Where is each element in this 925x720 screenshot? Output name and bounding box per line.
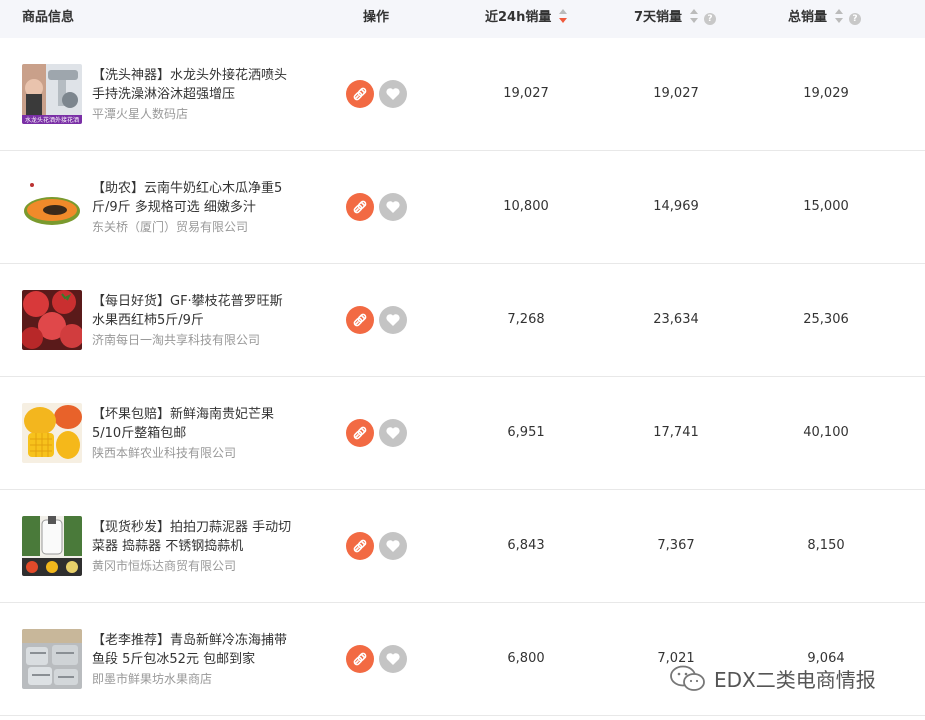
sales-total: 8,150	[807, 538, 845, 553]
link-button[interactable]	[346, 80, 374, 108]
table-row[interactable]: 【现货秒发】拍拍刀蒜泥器 手动切菜器 捣蒜器 不锈钢捣蒜机 黄冈市恒烁达商贸有限…	[0, 490, 925, 603]
col-header-sales24h[interactable]: 近24h销量	[485, 0, 568, 38]
sales-24h: 19,027	[503, 86, 549, 101]
product-thumbnail[interactable]	[22, 516, 82, 576]
favorite-button[interactable]	[379, 532, 407, 560]
watermark-text: EDX二类电商情报	[714, 668, 876, 692]
question-icon[interactable]: ?	[704, 13, 717, 25]
link-icon	[353, 87, 367, 101]
product-thumbnail[interactable]	[22, 403, 82, 463]
product-thumbnail[interactable]	[22, 177, 82, 237]
product-thumbnail[interactable]	[22, 290, 82, 350]
shop-name[interactable]: 黄冈市恒烁达商贸有限公司	[92, 557, 236, 574]
sales-total: 15,000	[803, 199, 849, 214]
product-table: 商品信息 操作 近24h销量 7天销量? 总销量? 水龙头花洒外接花洒 【洗头神…	[0, 0, 925, 716]
watermark: EDX二类电商情报	[670, 660, 876, 700]
sales-7d: 23,634	[653, 312, 699, 327]
col-header-ops: 操作	[363, 10, 390, 25]
sales-7d: 19,027	[653, 86, 699, 101]
col-header-sales7d[interactable]: 7天销量?	[634, 0, 717, 38]
sales-7d: 7,367	[657, 538, 695, 553]
favorite-button[interactable]	[379, 306, 407, 334]
link-icon	[353, 200, 367, 214]
table-header: 商品信息 操作 近24h销量 7天销量? 总销量?	[0, 0, 925, 38]
heart-icon	[386, 427, 400, 439]
sales-7d: 14,969	[653, 199, 699, 214]
link-button[interactable]	[346, 306, 374, 334]
favorite-button[interactable]	[379, 419, 407, 447]
favorite-button[interactable]	[379, 80, 407, 108]
favorite-button[interactable]	[379, 193, 407, 221]
heart-icon	[386, 314, 400, 326]
link-icon	[353, 652, 367, 666]
product-title[interactable]: 【现货秒发】拍拍刀蒜泥器 手动切菜器 捣蒜器 不锈钢捣蒜机	[92, 518, 292, 556]
col-header-total[interactable]: 总销量?	[788, 0, 862, 38]
sort-icon[interactable]	[835, 9, 844, 23]
shop-name[interactable]: 东关桥（厦门）贸易有限公司	[92, 218, 248, 235]
table-row[interactable]: 【助农】云南牛奶红心木瓜净重5斤/9斤 多规格可选 细嫩多汁 东关桥（厦门）贸易…	[0, 151, 925, 264]
product-title[interactable]: 【老李推荐】青岛新鲜冷冻海捕带鱼段 5斤包冰52元 包邮到家	[92, 631, 292, 669]
product-title[interactable]: 【助农】云南牛奶红心木瓜净重5斤/9斤 多规格可选 细嫩多汁	[92, 179, 292, 217]
sales-24h: 10,800	[503, 199, 549, 214]
col-header-product: 商品信息	[22, 10, 75, 25]
shop-name[interactable]: 陕西本鲜农业科技有限公司	[92, 444, 236, 461]
favorite-button[interactable]	[379, 645, 407, 673]
sales-24h: 6,843	[507, 538, 545, 553]
wechat-icon	[670, 665, 705, 691]
product-title[interactable]: 【每日好货】GF·攀枝花普罗旺斯水果西红柿5斤/9斤	[92, 292, 292, 330]
link-icon	[353, 313, 367, 327]
shop-name[interactable]: 平潭火星人数码店	[92, 105, 188, 122]
sales-24h: 6,951	[507, 425, 545, 440]
sales-total: 25,306	[803, 312, 849, 327]
sales-total: 40,100	[803, 425, 849, 440]
table-row[interactable]: 【坏果包赔】新鲜海南贵妃芒果5/10斤整箱包邮 陕西本鲜农业科技有限公司 6,9…	[0, 377, 925, 490]
table-row[interactable]: 【每日好货】GF·攀枝花普罗旺斯水果西红柿5斤/9斤 济南每日一淘共享科技有限公…	[0, 264, 925, 377]
question-icon[interactable]: ?	[849, 13, 862, 25]
product-title[interactable]: 【洗头神器】水龙头外接花洒喷头手持洗澡淋浴沐超强增压	[92, 66, 292, 104]
col-header-sales24h-label: 近24h销量	[485, 10, 552, 25]
sales-7d: 17,741	[653, 425, 699, 440]
link-button[interactable]	[346, 645, 374, 673]
sort-icon[interactable]	[559, 9, 568, 23]
col-header-sales7d-label: 7天销量	[634, 10, 683, 25]
sales-24h: 6,800	[507, 651, 545, 666]
heart-icon	[386, 201, 400, 213]
sales-24h: 7,268	[507, 312, 545, 327]
heart-icon	[386, 653, 400, 665]
sort-icon[interactable]	[690, 9, 699, 23]
product-thumbnail[interactable]: 水龙头花洒外接花洒	[22, 64, 82, 124]
link-icon	[353, 426, 367, 440]
shop-name[interactable]: 济南每日一淘共享科技有限公司	[92, 331, 260, 348]
table-row[interactable]: 水龙头花洒外接花洒 【洗头神器】水龙头外接花洒喷头手持洗澡淋浴沐超强增压 平潭火…	[0, 38, 925, 151]
thumbnail-caption: 水龙头花洒外接花洒	[25, 116, 79, 124]
link-button[interactable]	[346, 532, 374, 560]
col-header-total-label: 总销量	[788, 10, 828, 25]
link-icon	[353, 539, 367, 553]
link-button[interactable]	[346, 193, 374, 221]
heart-icon	[386, 88, 400, 100]
heart-icon	[386, 540, 400, 552]
product-thumbnail[interactable]	[22, 629, 82, 689]
product-title[interactable]: 【坏果包赔】新鲜海南贵妃芒果5/10斤整箱包邮	[92, 405, 292, 443]
sales-total: 19,029	[803, 86, 849, 101]
shop-name[interactable]: 即墨市鲜果坊水果商店	[92, 670, 212, 687]
link-button[interactable]	[346, 419, 374, 447]
